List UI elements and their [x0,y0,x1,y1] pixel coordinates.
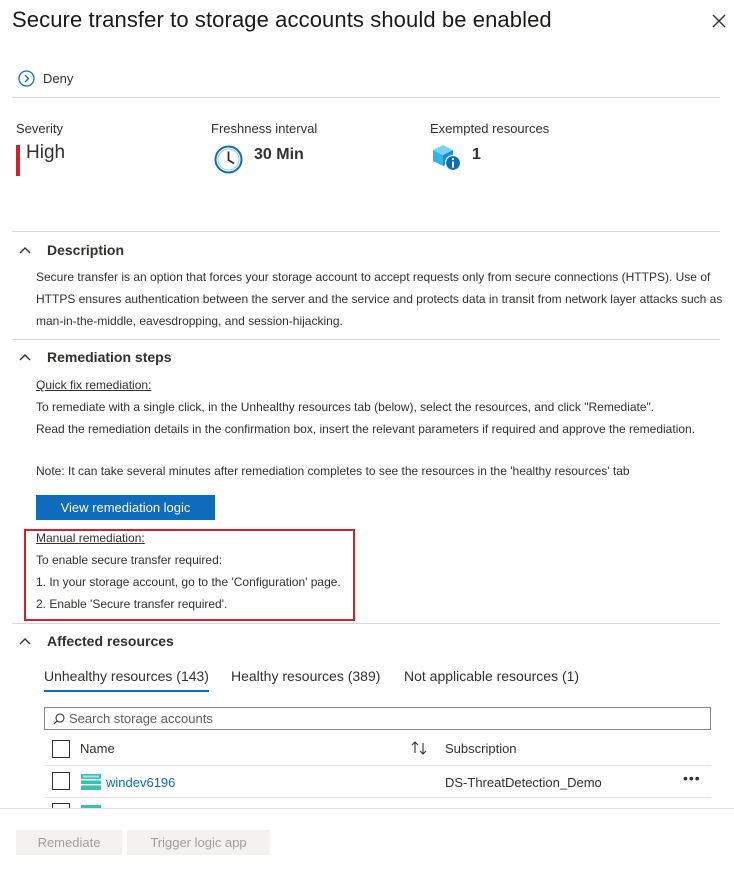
tab-unhealthy[interactable]: Unhealthy resources (143) [44,668,209,684]
manual-line: 2. Enable 'Secure transfer required'. [36,597,228,611]
clock-icon [214,145,243,174]
view-remediation-logic-button[interactable]: View remediation logic [36,495,215,520]
close-icon [712,14,726,28]
description-line: Secure transfer is an option that forces… [36,270,711,284]
sort-icon[interactable] [410,740,428,756]
manual-line: 1. In your storage account, go to the 'C… [36,575,341,589]
close-button[interactable] [708,10,730,32]
manual-remediation-text: Manual remediation: To enable secure tra… [36,527,341,615]
exempted-label: Exempted resources [430,121,550,136]
tab-not-applicable[interactable]: Not applicable resources (1) [404,668,579,684]
resource-name-link[interactable]: windev6196 [106,775,175,790]
column-header-subscription[interactable]: Subscription [445,741,517,756]
select-all-checkbox[interactable] [52,740,70,758]
description-toggle[interactable]: Description [18,242,124,258]
resource-subscription: DS-ThreatDetection_Demo [445,775,602,790]
manual-title: Manual remediation: [36,531,145,545]
severity-value: High [26,142,66,163]
tab-selected-indicator [44,690,209,692]
chevron-up-icon [19,638,31,645]
quick-fix-text: Quick fix remediation: To remediate with… [36,374,695,440]
remediation-toggle[interactable]: Remediation steps [18,349,171,365]
description-line: man-in-the-middle, eavesdropping, and se… [36,314,343,328]
affected-heading: Affected resources [47,633,174,649]
quick-fix-line: Read the remediation details in the conf… [36,422,696,436]
search-box[interactable] [44,707,711,730]
divider [12,339,720,340]
deny-icon [18,70,35,87]
search-icon [53,712,65,724]
description-text: Secure transfer is an option that forces… [36,266,722,332]
quick-fix-title: Quick fix remediation: [36,378,152,392]
remediate-button[interactable]: Remediate [16,830,122,855]
chevron-up-icon [19,247,31,254]
description-line: HTTPS ensures authentication between the… [36,292,723,306]
exempted-value: 1 [472,146,481,163]
remediation-note: Note: It can take several minutes after … [36,464,630,478]
divider [12,231,720,232]
panel-title: Secure transfer to storage accounts shou… [12,7,552,32]
severity-indicator [16,145,20,176]
row-divider [44,765,711,766]
manual-line: To enable secure transfer required: [36,553,223,567]
row-checkbox[interactable] [52,772,70,790]
divider [12,97,720,98]
remediation-heading: Remediation steps [47,349,172,365]
divider [12,623,720,624]
resource-info-icon [433,145,462,172]
freshness-value: 30 Min [254,146,304,163]
freshness-label: Freshness interval [211,121,318,136]
chevron-up-icon [19,354,31,361]
column-header-name[interactable]: Name [80,741,115,756]
more-icon[interactable]: ••• [683,770,703,788]
effect-row: Deny [18,70,73,87]
quick-fix-line: To remediate with a single click, in the… [36,400,655,414]
row-divider [44,797,711,798]
effect-label: Deny [43,71,74,86]
storage-account-icon [81,774,101,790]
affected-toggle[interactable]: Affected resources [18,633,174,649]
trigger-logic-app-button[interactable]: Trigger logic app [127,830,270,855]
description-heading: Description [47,242,125,258]
tab-healthy[interactable]: Healthy resources (389) [231,668,380,684]
severity-label: Severity [16,121,63,136]
search-input[interactable] [69,711,689,726]
